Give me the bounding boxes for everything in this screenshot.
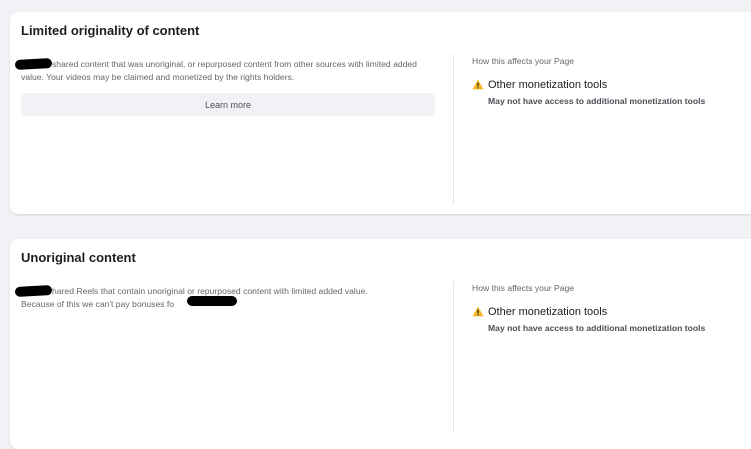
vertical-divider [453,54,454,204]
impact-heading: How this affects your Page [472,56,575,66]
learn-more-button[interactable]: Learn more [21,93,435,116]
redacted-name [187,296,237,306]
impact-description: May not have access to additional moneti… [488,323,706,333]
impact-panel: How this affects your Page Other monetiz… [472,56,732,106]
limited-originality-card: Limited originality of content shared co… [10,12,751,214]
unoriginal-content-card: Unoriginal content hared Reels that cont… [10,239,751,449]
impact-item: Other monetization tools [472,77,732,93]
redacted-name [14,284,53,297]
impact-heading: How this affects your Page [472,283,575,293]
impact-title: Other monetization tools [488,79,608,91]
description-text-line-1: hared Reels that contain unoriginal or r… [52,286,368,296]
card-description: shared content that was unoriginal, or r… [14,57,441,84]
vertical-divider [453,281,454,433]
impact-panel: How this affects your Page Other monetiz… [472,283,732,333]
impact-title: Other monetization tools [488,306,608,318]
description-text-line-2: Because of this we can't pay bonuses fo [21,299,175,309]
warning-triangle-icon [472,79,484,90]
description-text: shared content that was unoriginal, or r… [21,59,417,82]
redacted-name [14,57,53,70]
card-title: Limited originality of content [21,23,200,38]
impact-item: Other monetization tools [472,304,732,320]
impact-description: May not have access to additional moneti… [488,96,706,106]
card-title: Unoriginal content [21,250,136,265]
warning-triangle-icon [472,306,484,317]
